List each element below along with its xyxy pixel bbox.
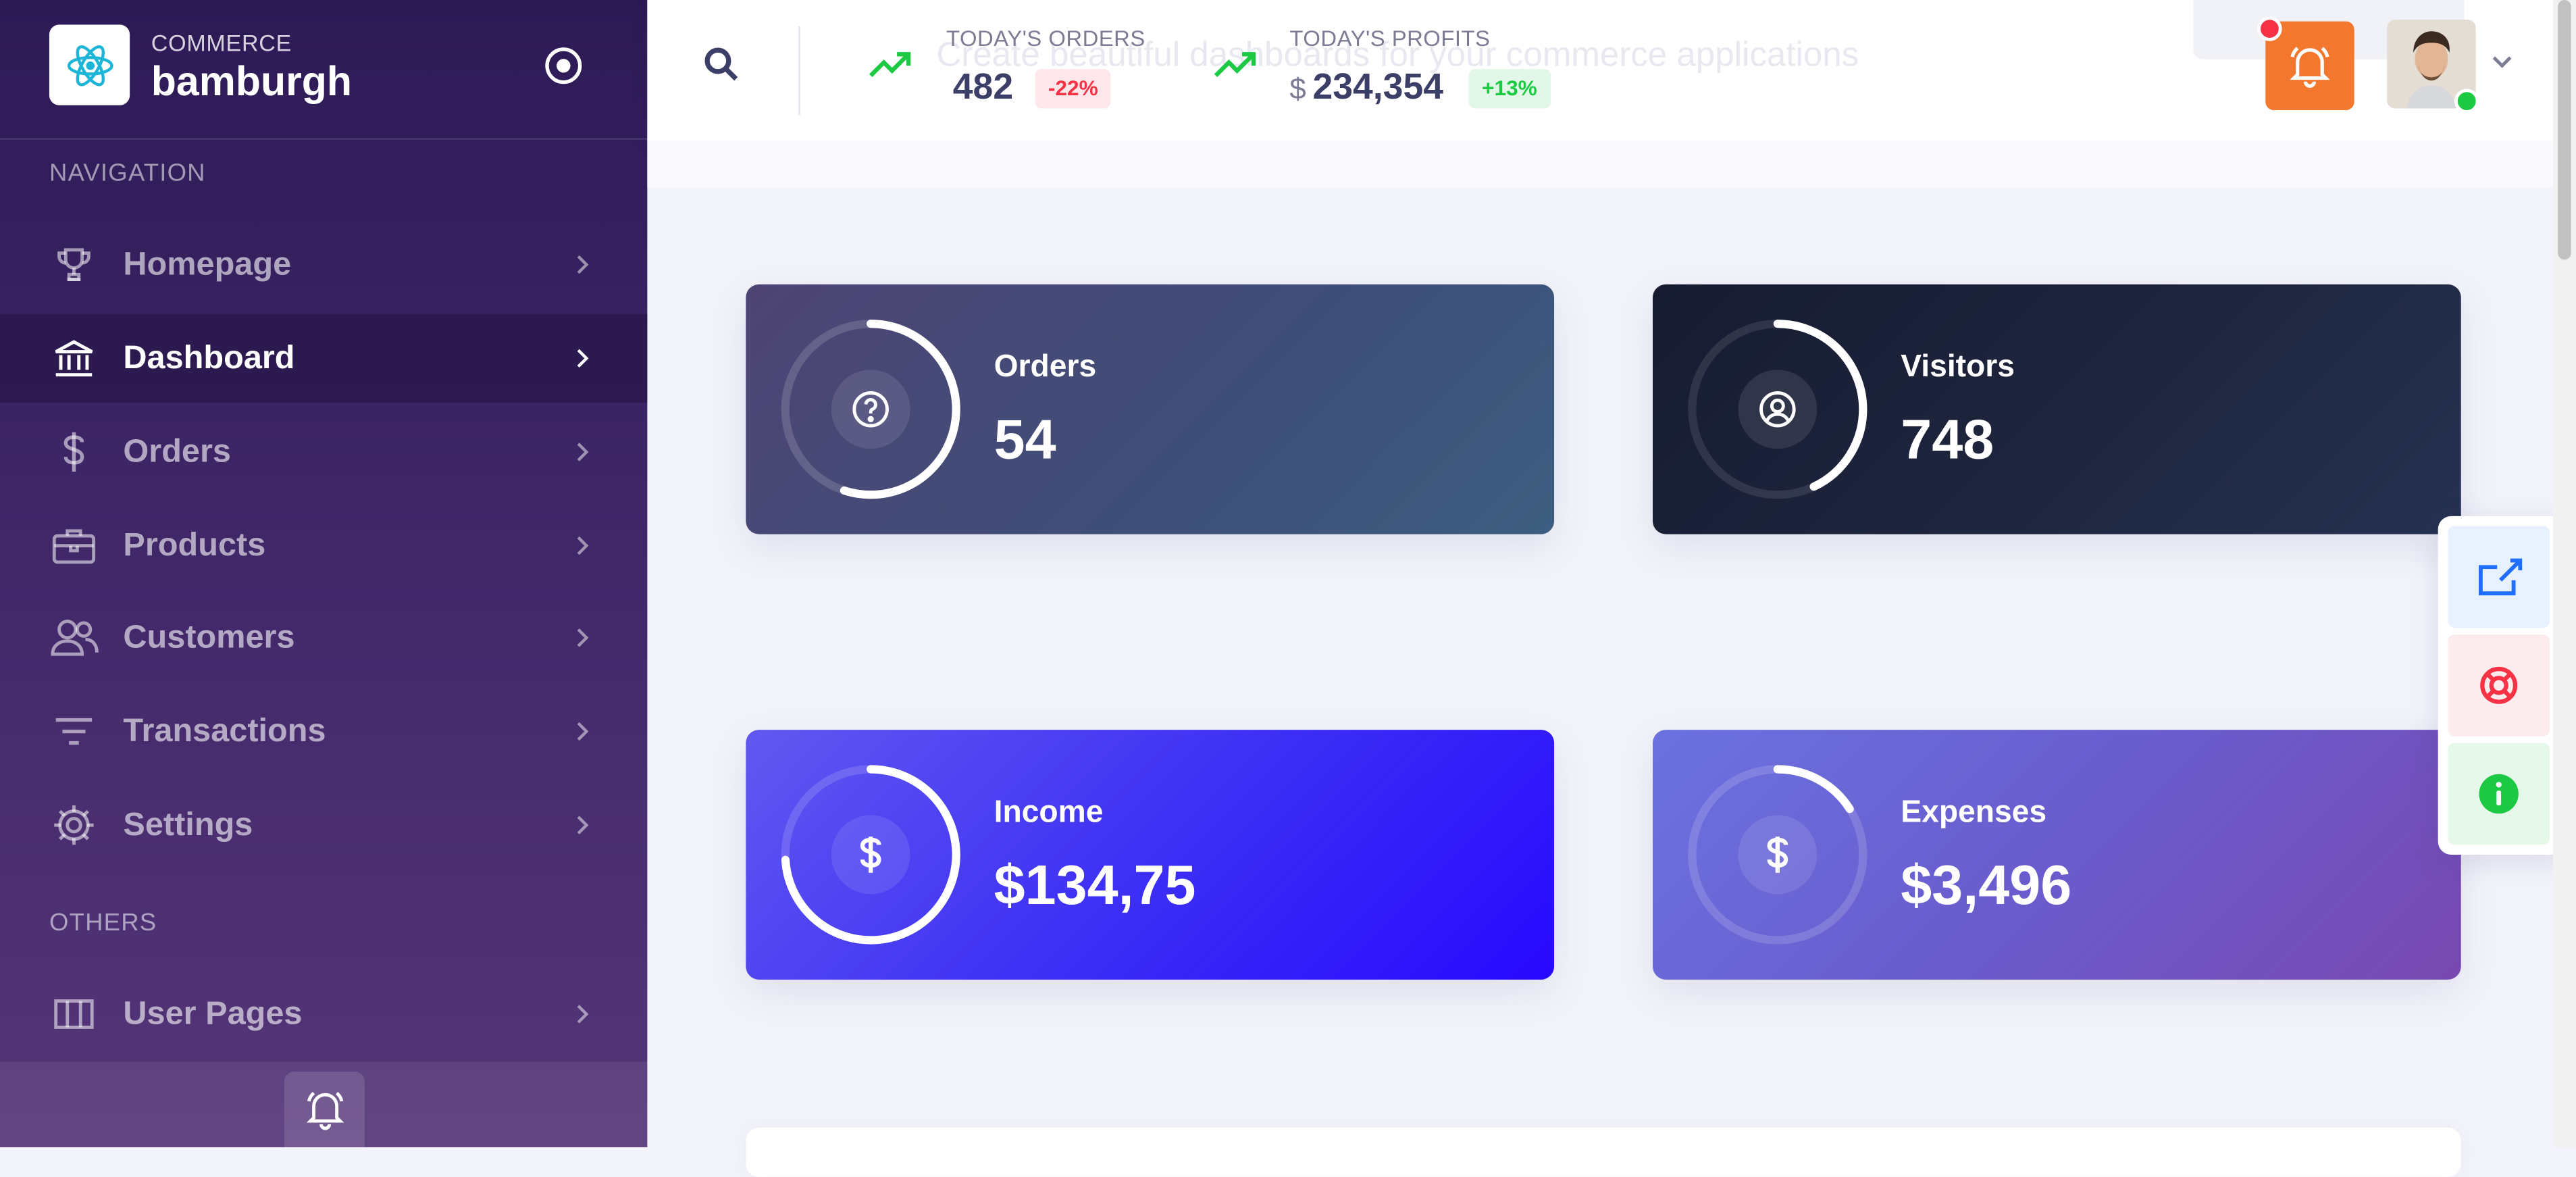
sidebar-item-user-pages[interactable]: User Pages xyxy=(0,970,647,1058)
scrollbar-thumb[interactable] xyxy=(2558,0,2571,260)
stat-value-orders: 482 xyxy=(952,66,1014,107)
info-button[interactable] xyxy=(2448,743,2550,845)
stat-card-visitors[interactable]: Visitors 748 xyxy=(1652,284,2461,534)
bell-icon xyxy=(2290,47,2330,88)
nav-heading-navigation: NAVIGATION xyxy=(49,159,206,188)
chevron-right-icon xyxy=(569,718,595,745)
trending-up-icon xyxy=(1214,52,1256,78)
sidebar-item-label: Dashboard xyxy=(123,339,295,376)
users-icon xyxy=(49,613,99,662)
header-divider xyxy=(798,26,800,116)
briefcase-icon xyxy=(49,521,99,570)
bank-icon xyxy=(49,334,99,383)
trending-up-icon xyxy=(869,52,911,78)
gear-icon xyxy=(49,801,99,850)
chevron-right-icon xyxy=(569,439,595,466)
sidebar-item-label: Transactions xyxy=(123,712,326,749)
dollar-icon xyxy=(831,815,910,895)
stat-change-badge-orders: -22% xyxy=(1035,69,1112,109)
stat-label-orders: TODAY'S ORDERS xyxy=(946,26,1145,51)
sidebar-toggle-button[interactable] xyxy=(542,45,585,87)
sidebar-item-label: Settings xyxy=(123,806,253,843)
sidebar-item-label: User Pages xyxy=(123,995,303,1032)
stat-change-badge-profits: +13% xyxy=(1468,69,1551,109)
card-value: 54 xyxy=(994,409,1056,472)
sidebar-item-products[interactable]: Products xyxy=(0,501,647,590)
filter-icon xyxy=(49,707,99,756)
notification-dot xyxy=(2257,16,2282,41)
user-circle-icon xyxy=(1738,370,1818,449)
chevron-right-icon xyxy=(569,345,595,372)
brand-subtitle: COMMERCE xyxy=(151,29,292,56)
brand: COMMERCE bamburgh xyxy=(0,0,648,140)
card-value: $134,75 xyxy=(994,854,1196,918)
support-button[interactable] xyxy=(2448,634,2550,736)
search-icon xyxy=(704,47,738,81)
sidebar-item-dashboard[interactable]: Dashboard xyxy=(0,314,648,403)
search-button[interactable] xyxy=(700,43,742,85)
user-menu-caret[interactable] xyxy=(2489,49,2515,76)
sidebar: COMMERCE bamburgh NAVIGATION Homepage Da… xyxy=(0,0,648,1147)
sidebar-item-label: Homepage xyxy=(123,245,292,282)
sidebar-item-transactions[interactable]: Transactions xyxy=(0,687,647,776)
floating-action-panel xyxy=(2438,516,2563,855)
dollar-icon xyxy=(1738,815,1818,895)
share-icon xyxy=(2479,558,2523,596)
sidebar-item-label: Orders xyxy=(123,433,231,470)
stat-card-expenses[interactable]: Expenses $3,496 xyxy=(1652,730,2461,980)
stat-value-profits-number: 234,354 xyxy=(1312,66,1443,107)
columns-icon xyxy=(49,989,99,1038)
card-title: Orders xyxy=(994,350,1097,385)
info-icon xyxy=(2479,774,2519,814)
page-scrollbar[interactable] xyxy=(2552,0,2576,1147)
stat-card-orders[interactable]: Orders 54 xyxy=(746,284,1555,534)
card-title: Expenses xyxy=(1901,795,2047,830)
sidebar-item-customers[interactable]: Customers xyxy=(0,593,647,682)
chevron-down-icon xyxy=(2492,56,2512,68)
share-button[interactable] xyxy=(2448,526,2550,628)
card-title: Income xyxy=(994,795,1104,830)
radio-toggle-icon xyxy=(545,47,582,84)
chevron-right-icon xyxy=(569,1001,595,1027)
stat-card-income[interactable]: Income $134,75 xyxy=(746,730,1555,980)
card-value: $3,496 xyxy=(1901,854,2072,918)
lifebuoy-icon xyxy=(2480,666,2518,704)
sidebar-item-orders[interactable]: Orders xyxy=(0,407,647,496)
chevron-right-icon xyxy=(569,251,595,278)
card-title: Visitors xyxy=(1901,350,2015,385)
chevron-right-icon xyxy=(569,812,595,838)
brand-logo[interactable] xyxy=(49,24,130,105)
online-status-dot xyxy=(2454,89,2479,114)
content-top-band xyxy=(647,141,2553,188)
card-value: 748 xyxy=(1901,409,1994,472)
stat-label-profits: TODAY'S PROFITS xyxy=(1289,26,1491,51)
chevron-right-icon xyxy=(569,624,595,651)
chevron-right-icon xyxy=(569,532,595,559)
sidebar-notifications-button[interactable] xyxy=(284,1072,365,1147)
sidebar-item-label: Customers xyxy=(123,618,295,655)
react-atom-icon xyxy=(66,44,113,86)
currency-symbol: $ xyxy=(1289,72,1306,105)
brand-name: bamburgh xyxy=(151,59,353,105)
question-icon xyxy=(831,370,910,449)
sidebar-footer xyxy=(0,1061,648,1147)
top-header: Create beautiful dashboards for your com… xyxy=(647,0,2553,142)
nav-heading-others: OTHERS xyxy=(49,909,157,937)
content-card-partial xyxy=(746,1127,2461,1177)
dollar-icon xyxy=(49,427,99,476)
stat-value-profits: $234,354 xyxy=(1289,66,1443,108)
trophy-icon xyxy=(49,240,99,289)
sidebar-item-label: Products xyxy=(123,526,266,564)
sidebar-item-settings[interactable]: Settings xyxy=(0,781,647,870)
sidebar-item-homepage[interactable]: Homepage xyxy=(0,220,647,309)
bell-icon xyxy=(305,1091,344,1130)
